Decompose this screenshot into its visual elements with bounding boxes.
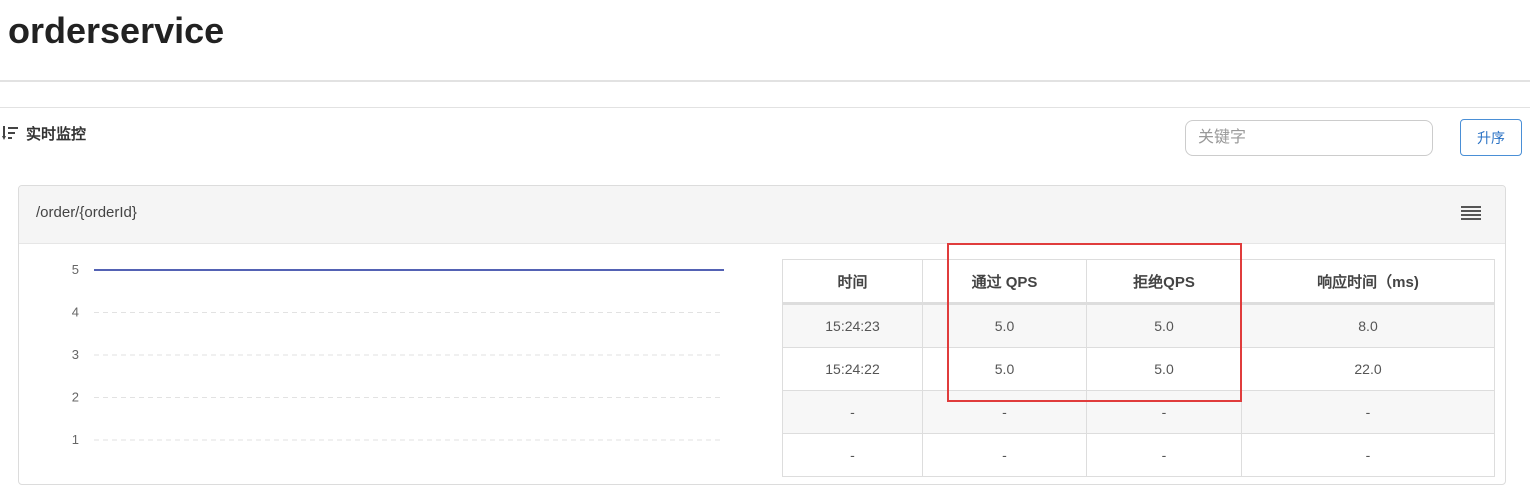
column-header-response-time: 响应时间（ms) [1241, 259, 1495, 305]
column-header-time: 时间 [782, 259, 923, 305]
table-cell: - [782, 390, 923, 434]
table-cell: - [922, 390, 1087, 434]
sort-order-icon[interactable] [2, 125, 20, 141]
table-row: - - - - [782, 433, 1495, 477]
table-cell: 22.0 [1241, 347, 1495, 391]
table-cell: 8.0 [1241, 303, 1495, 348]
table-cell: - [922, 433, 1087, 477]
table-cell: - [782, 433, 923, 477]
table-cell: 5.0 [922, 347, 1087, 391]
keyword-search-input[interactable] [1185, 120, 1433, 156]
y-tick-label: 1 [72, 432, 79, 447]
table-header-row: 时间 通过 QPS 拒绝QPS 响应时间（ms) [782, 259, 1495, 305]
table-row: 15:24:22 5.0 5.0 22.0 [782, 347, 1495, 391]
y-tick-label: 2 [72, 390, 79, 405]
resource-panel-header: /order/{orderId} [19, 186, 1505, 244]
menu-icon[interactable] [1461, 206, 1481, 222]
table-cell: 5.0 [922, 303, 1087, 348]
y-tick-label: 5 [72, 262, 79, 277]
table-cell: 5.0 [1086, 303, 1242, 348]
qps-line-chart: 5 4 3 2 1 [72, 262, 724, 447]
table-cell: - [1086, 433, 1242, 477]
column-header-block-qps: 拒绝QPS [1086, 259, 1242, 305]
metrics-table: 时间 通过 QPS 拒绝QPS 响应时间（ms) 15:24:23 5.0 5.… [782, 259, 1495, 477]
table-cell: 15:24:22 [782, 347, 923, 391]
table-cell: 15:24:23 [782, 303, 923, 348]
resource-name: /order/{orderId} [36, 204, 137, 221]
table-row: - - - - [782, 390, 1495, 434]
table-cell: - [1241, 433, 1495, 477]
section-divider [0, 107, 1530, 108]
header-divider [0, 80, 1530, 82]
column-header-pass-qps: 通过 QPS [922, 259, 1087, 305]
page-title: orderservice [8, 10, 225, 51]
y-tick-label: 3 [72, 347, 79, 362]
table-cell: - [1241, 390, 1495, 434]
y-tick-label: 4 [72, 305, 79, 320]
ascending-sort-button[interactable]: 升序 [1460, 119, 1522, 156]
section-header: 实时监控 [2, 123, 86, 143]
table-cell: - [1086, 390, 1242, 434]
table-row: 15:24:23 5.0 5.0 8.0 [782, 303, 1495, 348]
resource-panel: /order/{orderId} 5 4 3 2 1 时间 通过 QPS 拒绝QPS 响… [18, 185, 1506, 485]
table-cell: 5.0 [1086, 347, 1242, 391]
section-title: 实时监控 [26, 125, 87, 143]
